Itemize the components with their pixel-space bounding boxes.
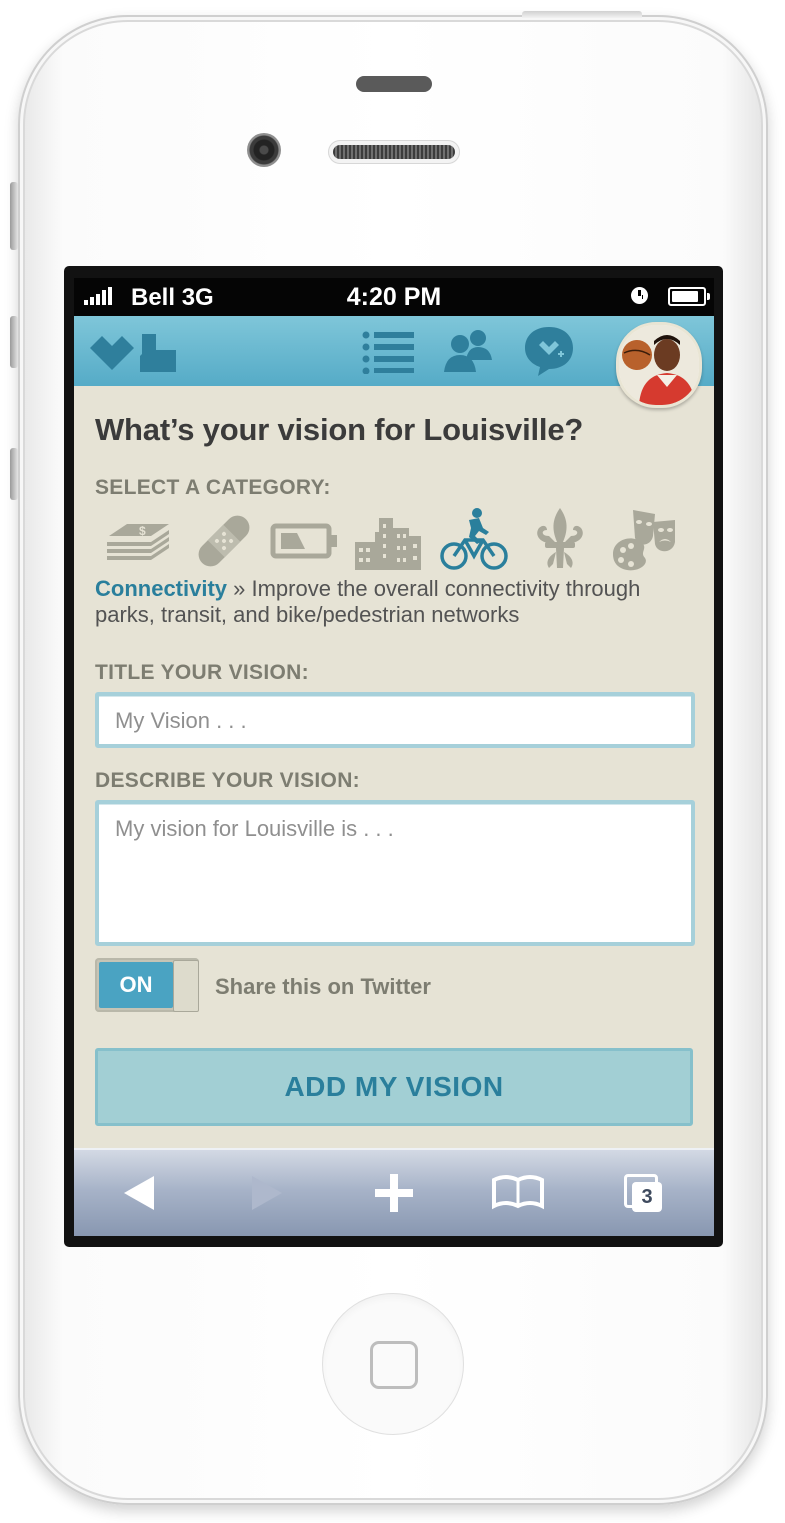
description-textarea[interactable]: My vision for Louisville is . . .: [95, 800, 695, 946]
back-icon[interactable]: [112, 1168, 168, 1218]
speaker-grille: [328, 140, 460, 164]
toggle-state: ON: [99, 962, 173, 1008]
twitter-share-toggle[interactable]: ON: [95, 958, 199, 1012]
title-placeholder: My Vision . . .: [115, 708, 247, 733]
bicycle-icon[interactable]: [439, 506, 509, 576]
home-square-icon: [370, 1341, 418, 1389]
browser-toolbar: 3: [74, 1148, 714, 1236]
describe-label: DESCRIBE YOUR VISION:: [95, 769, 360, 792]
arts-palette-masks-icon[interactable]: [609, 506, 679, 576]
home-button[interactable]: [322, 1293, 464, 1435]
list-icon[interactable]: [360, 330, 416, 374]
page-title: What’s your vision for Louisville?: [95, 412, 584, 447]
earpiece-slot: [356, 76, 432, 92]
selected-category-name: Connectivity: [95, 576, 228, 601]
battery-icon[interactable]: [269, 506, 339, 576]
tabs-icon[interactable]: 3: [618, 1168, 674, 1218]
title-input[interactable]: My Vision . . .: [95, 692, 695, 748]
money-stack-icon[interactable]: $: [103, 506, 173, 576]
chat-heart-icon[interactable]: [522, 324, 576, 378]
bandage-icon[interactable]: [189, 506, 259, 576]
tab-count: 3: [632, 1182, 662, 1212]
buildings-icon[interactable]: [353, 506, 423, 576]
volume-down-button: [10, 448, 18, 500]
profile-avatar[interactable]: [616, 322, 702, 408]
add-icon[interactable]: [366, 1168, 422, 1218]
add-vision-button[interactable]: ADD MY VISION: [95, 1048, 693, 1126]
people-icon[interactable]: [440, 328, 496, 374]
heart-blocks-logo[interactable]: [88, 328, 180, 376]
category-label: SELECT A CATEGORY:: [95, 476, 331, 499]
alarm-clock-icon: [631, 287, 648, 304]
bookmarks-icon[interactable]: [490, 1168, 546, 1218]
svg-text:$: $: [139, 524, 146, 538]
screen: Bell 3G 4:20 PM What’s your vision for L…: [74, 278, 714, 1236]
front-camera: [247, 133, 281, 167]
twitter-share-label: Share this on Twitter: [215, 974, 431, 999]
toggle-knob[interactable]: [173, 960, 199, 1012]
title-label: TITLE YOUR VISION:: [95, 661, 309, 684]
status-time: 4:20 PM: [346, 283, 442, 311]
avatar-photo-icon: [619, 325, 699, 405]
category-picker: $: [101, 506, 691, 576]
category-description: Connectivity » Improve the overall conne…: [95, 576, 695, 628]
app-nav-bar: [74, 316, 714, 408]
volume-up-button: [10, 316, 18, 368]
battery-icon: [668, 287, 710, 306]
fleur-de-lis-icon[interactable]: [525, 506, 595, 576]
status-bar: Bell 3G 4:20 PM: [74, 278, 714, 316]
mute-switch: [10, 182, 18, 250]
forward-icon[interactable]: [238, 1168, 294, 1218]
description-placeholder: My vision for Louisville is . . .: [115, 816, 394, 841]
power-button: [522, 11, 642, 18]
